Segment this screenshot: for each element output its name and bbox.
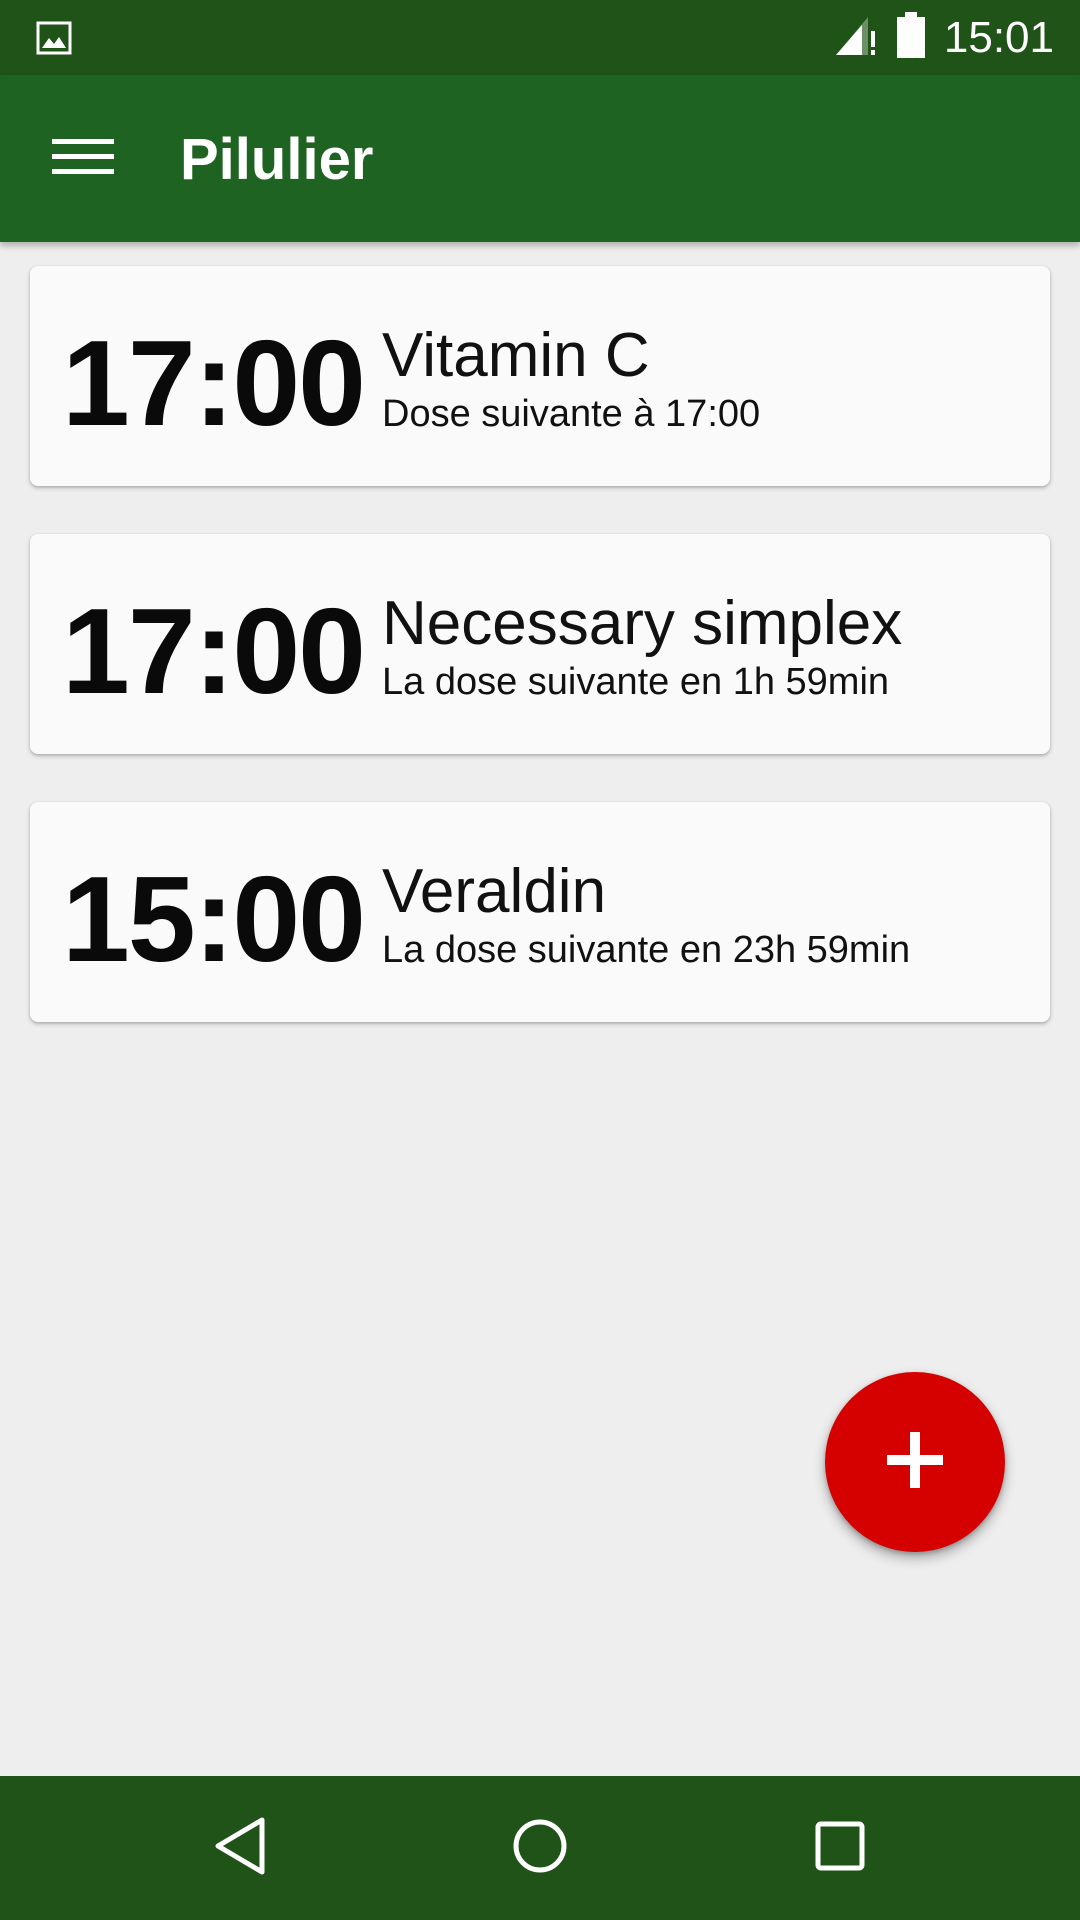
battery-icon [896, 12, 926, 63]
add-medication-button[interactable] [825, 1372, 1005, 1552]
recents-icon [814, 1820, 866, 1877]
medication-time: 17:00 [62, 583, 366, 719]
medication-name: Veraldin [382, 857, 607, 926]
medication-list: 17:00 Vitamin C Dose suivante à 17:00 17… [30, 266, 1050, 1070]
medication-name: Necessary simplex [382, 589, 903, 658]
image-icon [36, 20, 72, 56]
page-title: Pilulier [180, 127, 374, 192]
menu-icon [52, 135, 114, 184]
medication-name: Vitamin C [382, 321, 650, 390]
medication-next-dose: Dose suivante à 17:00 [382, 393, 761, 435]
back-button[interactable] [190, 1798, 290, 1898]
recents-button[interactable] [790, 1798, 890, 1898]
navigation-bar [0, 1776, 1080, 1920]
status-bar: 15:01 [0, 0, 1080, 75]
app-bar: Pilulier [0, 75, 1080, 242]
medication-card[interactable]: 17:00 Vitamin C Dose suivante à 17:00 [30, 266, 1050, 486]
medication-time: 17:00 [62, 315, 366, 451]
signal-icon [834, 13, 878, 62]
medication-time: 15:00 [62, 851, 366, 987]
home-icon [512, 1818, 568, 1879]
back-icon [212, 1816, 268, 1881]
status-time: 15:01 [943, 12, 1054, 62]
home-button[interactable] [490, 1798, 590, 1898]
menu-button[interactable] [40, 121, 126, 197]
medication-card[interactable]: 17:00 Necessary simplex La dose suivante… [30, 534, 1050, 754]
medication-next-dose: La dose suivante en 1h 59min [382, 661, 890, 703]
medication-card[interactable]: 15:00 Veraldin La dose suivante en 23h 5… [30, 802, 1050, 1022]
plus-icon [887, 1431, 943, 1493]
medication-next-dose: La dose suivante en 23h 59min [382, 929, 911, 971]
